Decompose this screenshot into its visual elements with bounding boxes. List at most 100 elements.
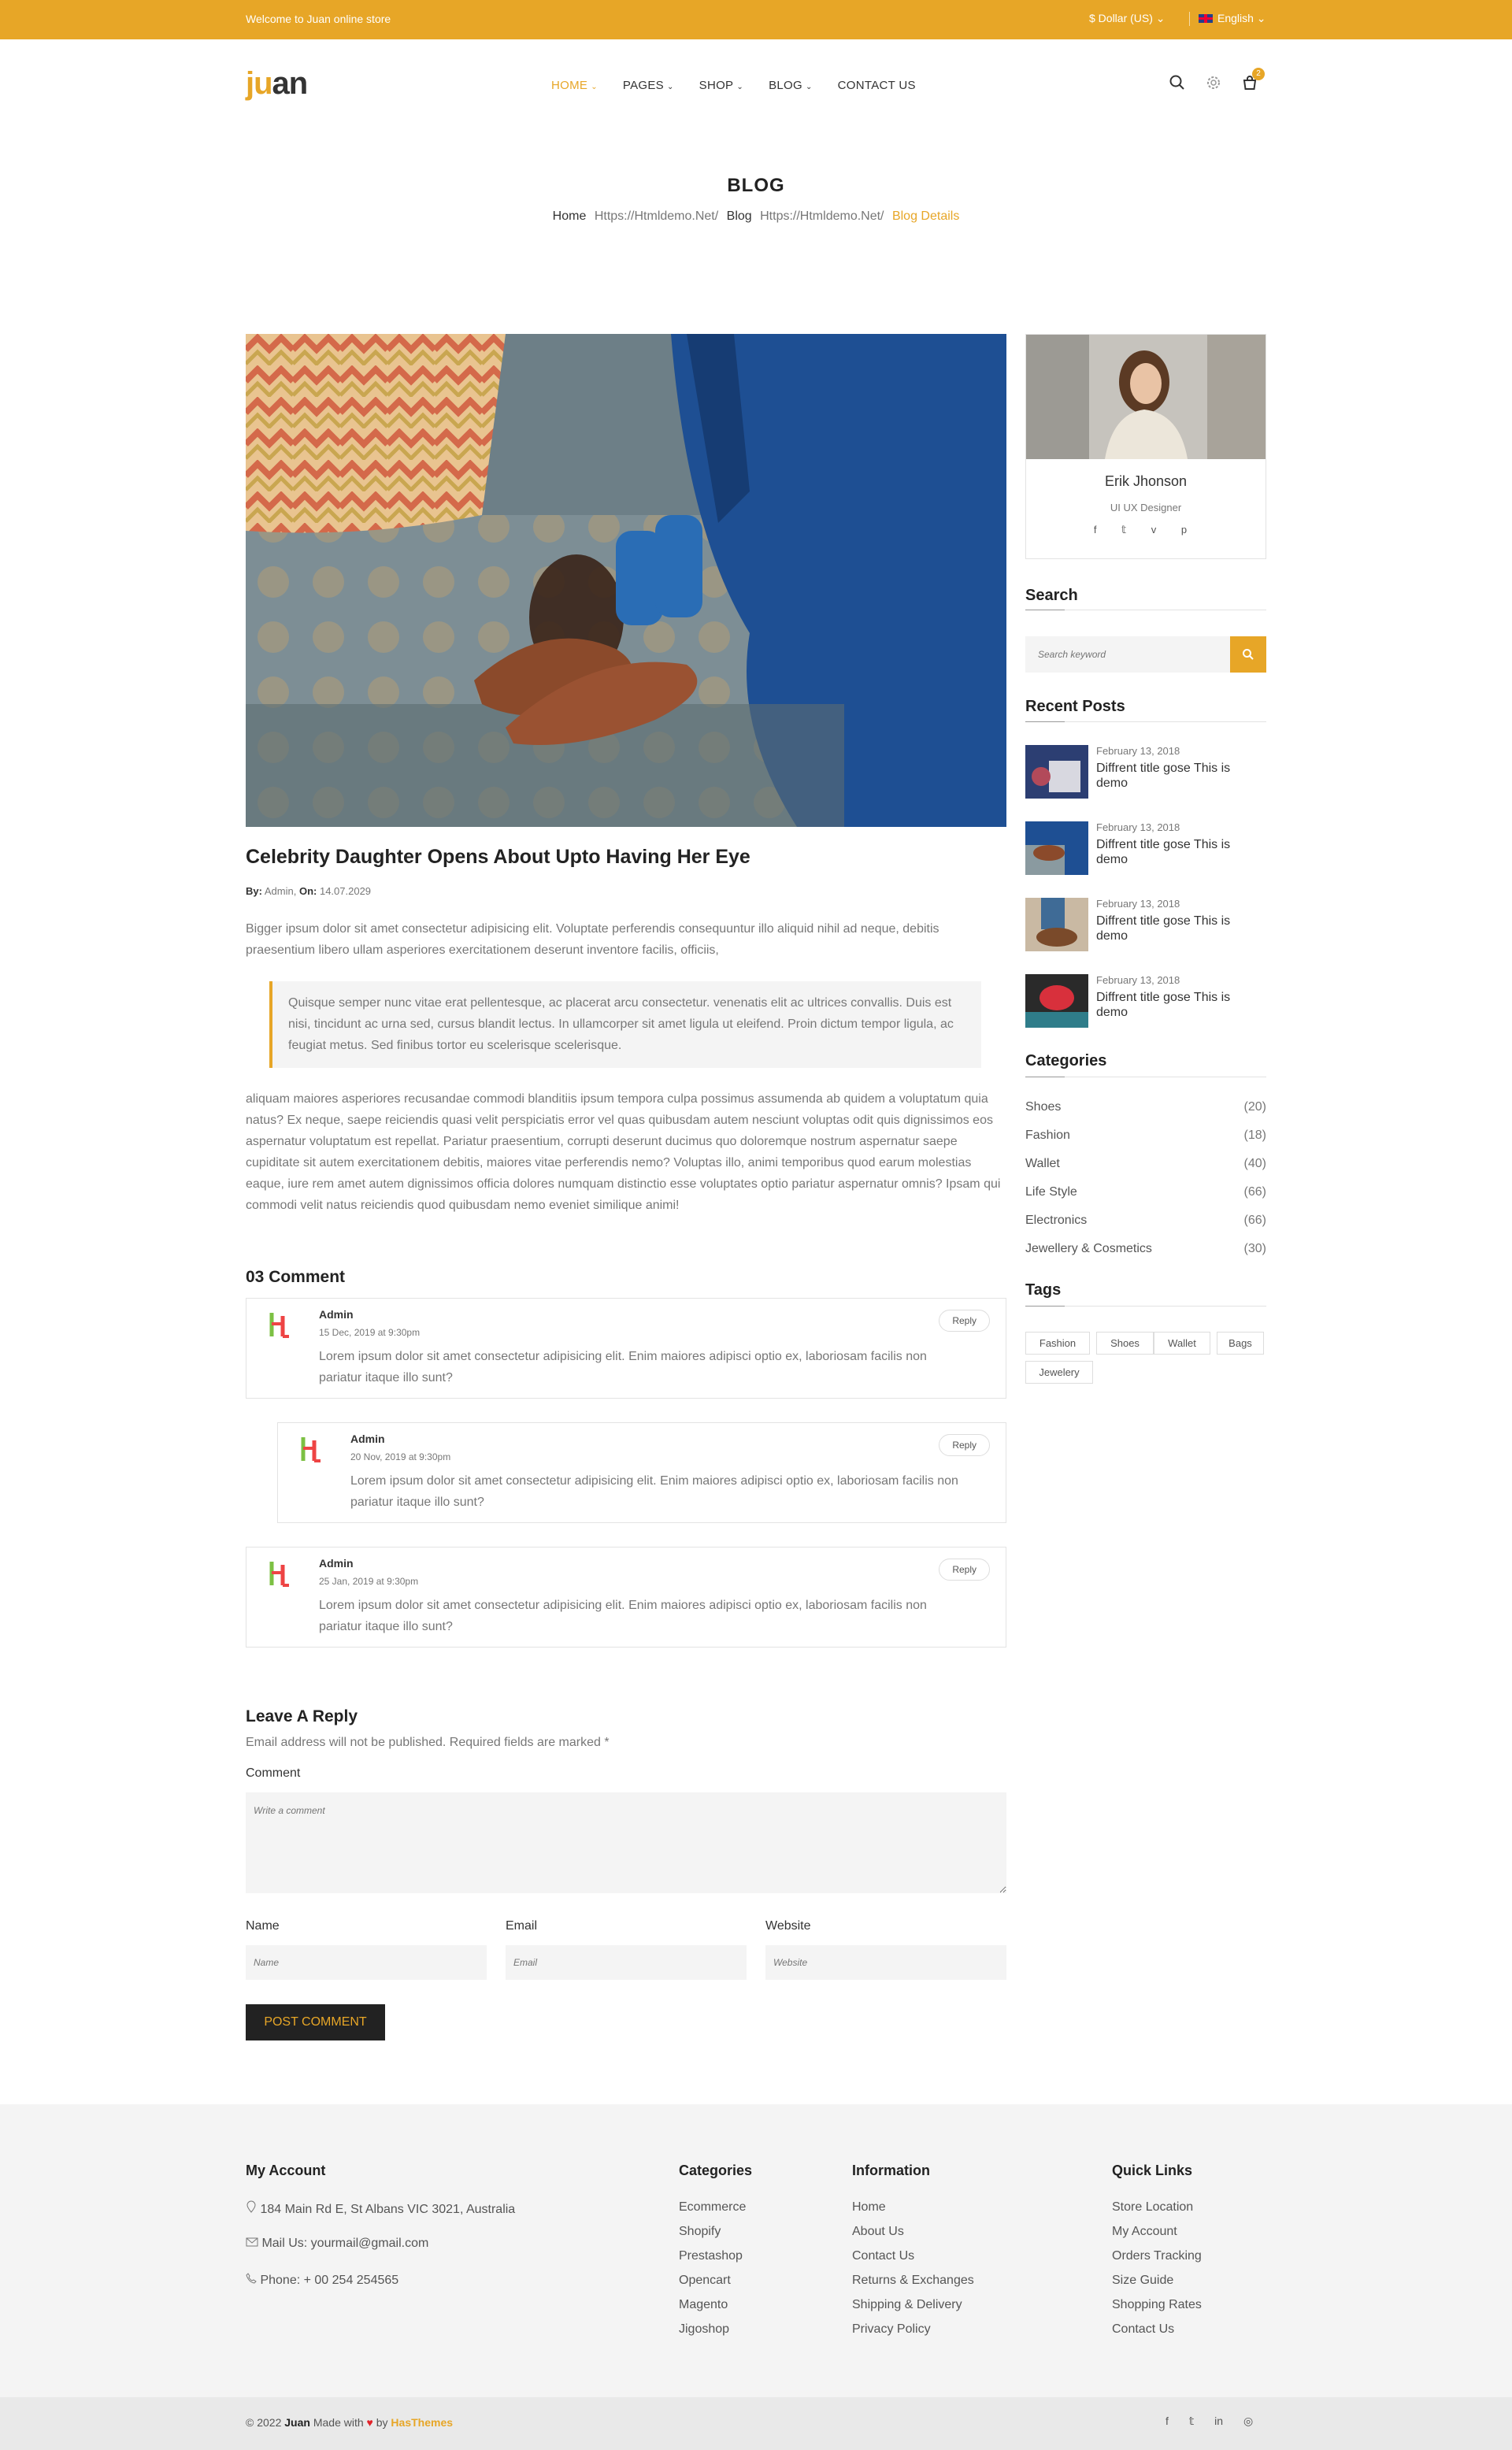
widget-divider — [1025, 721, 1266, 722]
recent-post-thumbnail — [1025, 974, 1088, 1028]
footer-link[interactable]: About Us — [852, 2225, 904, 2239]
recent-post-title[interactable]: Diffrent title gose This is demo — [1096, 914, 1265, 943]
name-input[interactable] — [246, 1945, 487, 1980]
footer-link[interactable]: Returns & Exchanges — [852, 2274, 974, 2288]
recent-post-thumbnail — [1025, 898, 1088, 951]
site-logo[interactable]: juan — [246, 66, 308, 102]
email-input[interactable] — [506, 1945, 747, 1980]
nav-blog[interactable]: BLOG ⌄ — [769, 79, 813, 92]
nav-pages[interactable]: PAGES ⌄ — [623, 79, 674, 92]
language-dropdown[interactable]: English ⌄ — [1199, 12, 1266, 25]
footer-link[interactable]: Privacy Policy — [852, 2322, 931, 2337]
search-icon[interactable] — [1169, 74, 1186, 91]
category-item[interactable]: Shoes (20) — [1025, 1100, 1266, 1114]
tag-item[interactable]: Jewelery — [1025, 1361, 1093, 1384]
page-title: BLOG — [727, 175, 785, 196]
category-item[interactable]: Wallet (40) — [1025, 1157, 1266, 1171]
currency-dropdown[interactable]: $ Dollar (US) ⌄ — [1089, 12, 1166, 25]
footer-link[interactable]: Orders Tracking — [1112, 2249, 1202, 2263]
cart-icon[interactable]: 2 — [1241, 68, 1265, 91]
sidebar-search-input[interactable] — [1025, 636, 1230, 673]
footer-social-icons[interactable]: f 𝕥 in ◎ — [1166, 2415, 1253, 2428]
recent-post-thumbnail — [1025, 745, 1088, 799]
post-author[interactable]: Admin, — [265, 885, 296, 897]
avatar-icon — [297, 1434, 328, 1466]
reply-button[interactable]: Reply — [939, 1559, 990, 1581]
breadcrumb: Home Https://Htmldemo.Net/ Blog Https://… — [0, 209, 1512, 224]
footer-information-title: Information — [852, 2163, 930, 2178]
tag-item[interactable]: Fashion — [1025, 1332, 1090, 1355]
recent-post-date: February 13, 2018 — [1096, 745, 1180, 757]
footer-link[interactable]: Contact Us — [1112, 2322, 1174, 2337]
recent-post-title[interactable]: Diffrent title gose This is demo — [1096, 990, 1265, 1020]
company-link[interactable]: HasThemes — [391, 2416, 453, 2429]
footer-link[interactable]: Jigoshop — [679, 2322, 729, 2337]
author-social-icons[interactable]: f 𝕥 v p — [1026, 524, 1266, 536]
recent-post-item[interactable]: February 13, 2018 Diffrent title gose Th… — [1025, 745, 1266, 800]
avatar-icon — [265, 1559, 297, 1590]
footer-link[interactable]: Magento — [679, 2298, 728, 2312]
footer-link[interactable]: Shipping & Delivery — [852, 2298, 962, 2312]
post-date: 14.07.2029 — [319, 885, 372, 897]
avatar-icon — [265, 1310, 297, 1341]
reply-button[interactable]: Reply — [939, 1434, 990, 1456]
reply-button[interactable]: Reply — [939, 1310, 990, 1332]
search-submit-button[interactable] — [1230, 636, 1266, 673]
footer-account-title: My Account — [246, 2163, 326, 2178]
recent-post-title[interactable]: Diffrent title gose This is demo — [1096, 761, 1265, 791]
comment-author: Admin — [319, 1308, 354, 1321]
footer-link[interactable]: Ecommerce — [679, 2200, 746, 2215]
category-item[interactable]: Life Style (66) — [1025, 1185, 1266, 1199]
comment-date: 25 Jan, 2019 at 9:30pm — [319, 1576, 419, 1587]
footer-categories-title: Categories — [679, 2163, 753, 2178]
reply-form-note: Email address will not be published. Req… — [246, 1736, 610, 1749]
recent-post-item[interactable]: February 13, 2018 Diffrent title gose Th… — [1025, 898, 1266, 953]
comment-item: Admin 15 Dec, 2019 at 9:30pm Lorem ipsum… — [246, 1298, 1006, 1399]
category-item[interactable]: Fashion (18) — [1025, 1129, 1266, 1143]
tag-item[interactable]: Wallet — [1154, 1332, 1210, 1355]
category-item[interactable]: Jewellery & Cosmetics (30) — [1025, 1242, 1266, 1256]
footer-link[interactable]: Store Location — [1112, 2200, 1193, 2215]
comment-item: Admin 25 Jan, 2019 at 9:30pm Lorem ipsum… — [246, 1547, 1006, 1648]
footer-link[interactable]: My Account — [1112, 2225, 1177, 2239]
footer-link[interactable]: Shopify — [679, 2225, 721, 2239]
author-card: Erik Jhonson UI UX Designer f 𝕥 v p — [1025, 334, 1266, 559]
post-blockquote: Quisque semper nunc vitae erat pellentes… — [269, 981, 981, 1068]
author-name: Erik Jhonson — [1104, 473, 1188, 489]
footer-link[interactable]: Size Guide — [1112, 2274, 1173, 2288]
comments-title: 03 Comment — [246, 1268, 346, 1286]
footer-link[interactable]: Home — [852, 2200, 886, 2215]
language-label: English ⌄ — [1217, 12, 1266, 24]
comment-text: Lorem ipsum dolor sit amet consectetur a… — [319, 1599, 927, 1633]
nav-contact[interactable]: CONTACT US — [838, 79, 916, 92]
website-input[interactable] — [765, 1945, 1006, 1980]
uk-flag-icon — [1199, 14, 1213, 23]
author-role: UI UX Designer — [1110, 502, 1182, 513]
footer-link[interactable]: Prestashop — [679, 2249, 743, 2263]
nav-shop[interactable]: SHOP ⌄ — [699, 79, 743, 92]
search-widget-title: Search — [1025, 587, 1078, 604]
post-comment-button[interactable]: POST COMMENT — [246, 2004, 385, 2040]
breadcrumb-blog[interactable]: Blog — [727, 209, 752, 223]
categories-title: Categories — [1025, 1052, 1107, 1069]
footer-link[interactable]: Contact Us — [852, 2249, 914, 2263]
footer-link[interactable]: Shopping Rates — [1112, 2298, 1202, 2312]
comment-textarea[interactable] — [246, 1792, 1006, 1893]
post-meta: By: Admin, On: 14.07.2029 — [246, 885, 372, 897]
recent-post-item[interactable]: February 13, 2018 Diffrent title gose Th… — [1025, 974, 1266, 1029]
nav-home[interactable]: HOME ⌄ — [551, 79, 598, 92]
recent-post-item[interactable]: February 13, 2018 Diffrent title gose Th… — [1025, 821, 1266, 877]
cart-count-badge: 2 — [1252, 68, 1265, 80]
category-item[interactable]: Electronics (66) — [1025, 1214, 1266, 1228]
settings-icon[interactable] — [1205, 74, 1222, 91]
footer-address: 184 Main Rd E, St Albans VIC 3021, Austr… — [246, 2200, 515, 2217]
breadcrumb-home[interactable]: Home — [553, 209, 587, 223]
breadcrumb-separator: Https://Htmldemo.Net/ — [594, 209, 719, 223]
tag-item[interactable]: Bags — [1217, 1332, 1264, 1355]
recent-post-title[interactable]: Diffrent title gose This is demo — [1096, 837, 1265, 867]
tag-item[interactable]: Shoes — [1096, 1332, 1154, 1355]
post-title: Celebrity Daughter Opens About Upto Havi… — [246, 846, 750, 868]
header-icons: 2 — [1169, 68, 1265, 91]
comment-text: Lorem ipsum dolor sit amet consectetur a… — [319, 1350, 927, 1384]
footer-link[interactable]: Opencart — [679, 2274, 731, 2288]
